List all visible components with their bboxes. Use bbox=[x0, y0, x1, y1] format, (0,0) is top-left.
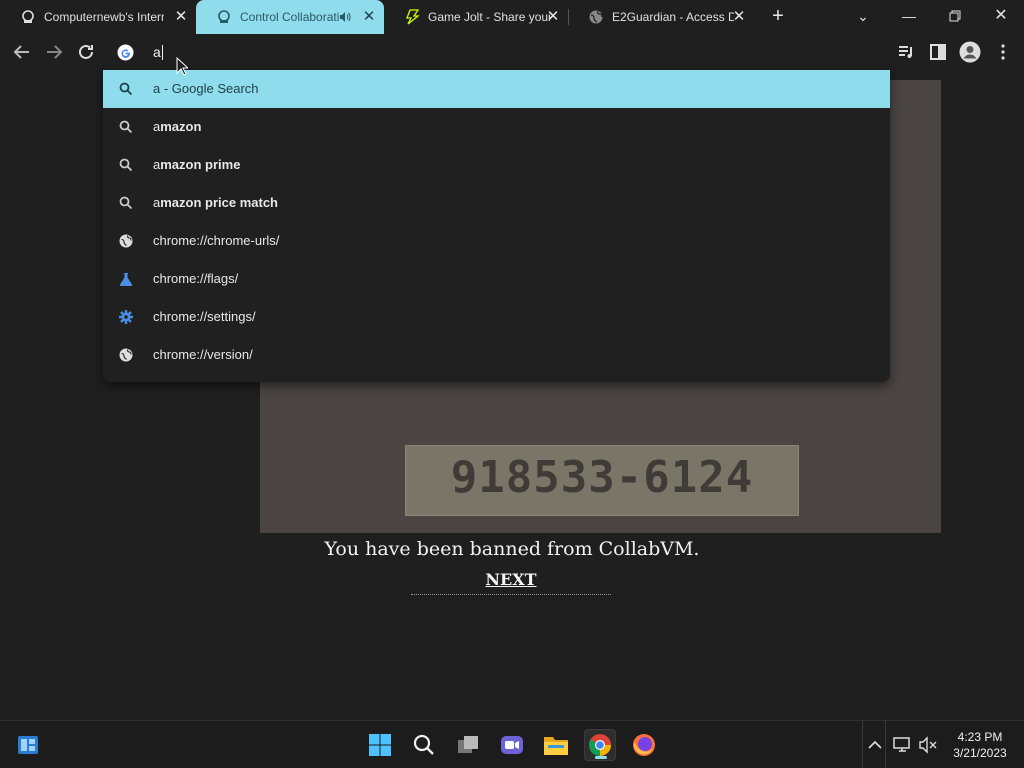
omnibox-suggestions: a - Google Search amazon amazon prime am… bbox=[103, 70, 890, 382]
suggestion-chrome-version[interactable]: chrome://version/ bbox=[103, 336, 890, 374]
google-icon bbox=[117, 44, 134, 61]
restore-icon[interactable] bbox=[943, 6, 967, 26]
suggestion-google-search[interactable]: a - Google Search bbox=[103, 70, 890, 108]
close-icon[interactable]: ✕ bbox=[989, 6, 1013, 26]
suggestion-amazon-prime[interactable]: amazon prime bbox=[103, 146, 890, 184]
tab-close-icon[interactable]: ✕ bbox=[546, 9, 560, 24]
start-icon[interactable] bbox=[364, 729, 396, 761]
tab-e2guardian[interactable]: E2Guardian - Access De ✕ bbox=[568, 0, 754, 34]
tab-title: Computernewb's Intern bbox=[44, 10, 164, 24]
search-icon bbox=[119, 82, 133, 96]
next-underline bbox=[411, 594, 611, 595]
clock[interactable]: 4:23 PM 3/21/2023 bbox=[946, 729, 1014, 761]
minimize-icon[interactable]: — bbox=[897, 6, 921, 26]
side-panel-icon[interactable] bbox=[928, 42, 948, 62]
tab-title: Game Jolt - Share your bbox=[428, 10, 550, 24]
volume-muted-icon[interactable] bbox=[918, 736, 938, 754]
globe-icon bbox=[589, 10, 603, 24]
game-jolt-favicon-icon bbox=[406, 9, 420, 25]
search-icon bbox=[119, 120, 133, 134]
search-icon[interactable] bbox=[408, 729, 440, 761]
network-icon[interactable] bbox=[893, 736, 913, 754]
more-menu-icon[interactable] bbox=[993, 42, 1013, 62]
collabvm-favicon-icon bbox=[218, 10, 230, 23]
suggestion-chrome-urls[interactable]: chrome://chrome-urls/ bbox=[103, 222, 890, 260]
speaker-icon[interactable] bbox=[339, 11, 351, 23]
suggestion-chrome-flags[interactable]: chrome://flags/ bbox=[103, 260, 890, 298]
text-caret bbox=[161, 45, 163, 60]
suggestion-amazon[interactable]: amazon bbox=[103, 108, 890, 146]
widgets-icon[interactable] bbox=[12, 729, 44, 761]
mouse-pointer-icon bbox=[176, 57, 188, 76]
tab-strip: Computernewb's Intern ✕ Control Collabor… bbox=[0, 0, 1024, 34]
gear-icon bbox=[119, 310, 133, 324]
computernewb-favicon-icon bbox=[22, 10, 34, 23]
chat-icon[interactable] bbox=[496, 729, 528, 761]
search-icon bbox=[119, 158, 133, 172]
globe-icon bbox=[119, 234, 133, 248]
task-view-icon[interactable] bbox=[452, 729, 484, 761]
date: 3/21/2023 bbox=[953, 746, 1007, 760]
tab-close-icon[interactable]: ✕ bbox=[174, 9, 188, 24]
back-arrow-icon[interactable] bbox=[11, 41, 33, 63]
tab-control-collaborative[interactable]: Control Collaborati ✕ bbox=[196, 0, 384, 34]
next-link[interactable]: NEXT bbox=[411, 570, 611, 589]
tab-computernewb[interactable]: Computernewb's Intern ✕ bbox=[0, 0, 196, 34]
ban-code: 918533-6124 bbox=[450, 452, 754, 503]
flask-icon bbox=[119, 273, 133, 286]
tab-game-jolt[interactable]: Game Jolt - Share your ✕ bbox=[384, 0, 568, 34]
show-hidden-icons-chevron[interactable] bbox=[862, 721, 886, 768]
time: 4:23 PM bbox=[957, 730, 1003, 744]
chrome-icon[interactable] bbox=[584, 729, 616, 761]
address-input[interactable]: a bbox=[153, 44, 163, 60]
screen: Computernewb's Intern ✕ Control Collabor… bbox=[0, 0, 1024, 768]
tab-close-icon[interactable]: ✕ bbox=[362, 9, 376, 24]
taskbar: 4:23 PM 3/21/2023 bbox=[0, 720, 1024, 768]
tab-title: Control Collaborati bbox=[240, 10, 340, 24]
ban-message: You have been banned from CollabVM. bbox=[324, 538, 700, 560]
search-icon bbox=[119, 196, 133, 210]
suggestion-chrome-settings[interactable]: chrome://settings/ bbox=[103, 298, 890, 336]
file-explorer-icon[interactable] bbox=[540, 729, 572, 761]
firefox-icon[interactable] bbox=[628, 729, 660, 761]
tab-search-icon[interactable]: ⌄ bbox=[851, 6, 875, 26]
globe-icon bbox=[119, 348, 133, 362]
suggestion-amazon-price-match[interactable]: amazon price match bbox=[103, 184, 890, 222]
tab-title: E2Guardian - Access De bbox=[612, 10, 734, 24]
forward-arrow-icon[interactable] bbox=[43, 41, 65, 63]
tab-close-icon[interactable]: ✕ bbox=[732, 9, 746, 24]
plus-icon[interactable]: + bbox=[768, 6, 788, 27]
reload-icon[interactable] bbox=[75, 41, 97, 63]
media-control-icon[interactable] bbox=[896, 42, 916, 62]
profile-icon[interactable] bbox=[959, 41, 981, 63]
